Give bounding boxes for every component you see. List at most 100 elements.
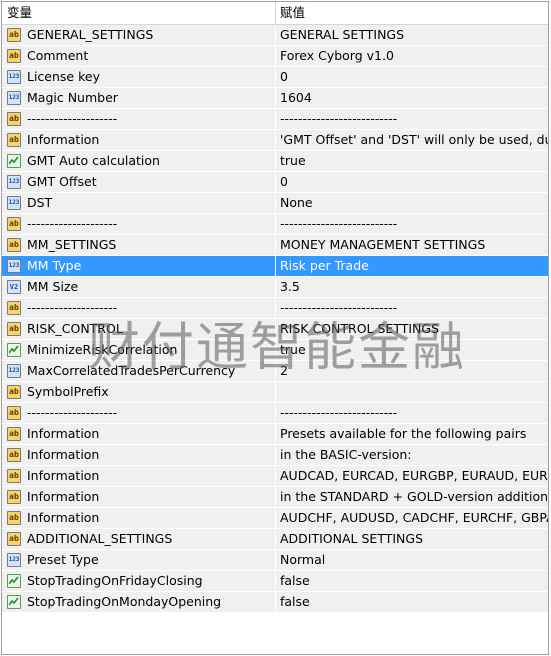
- parameter-name-cell[interactable]: 123 DST: [2, 193, 276, 213]
- parameter-value[interactable]: true: [276, 151, 548, 171]
- parameter-name-cell[interactable]: ab Information: [2, 466, 276, 486]
- parameter-value[interactable]: AUDCHF, AUDUSD, CADCHF, EURCHF, GBPA...: [276, 508, 548, 528]
- parameter-row[interactable]: ab Information Presets available for the f…: [2, 424, 548, 445]
- parameter-row[interactable]: ab SymbolPrefix: [2, 382, 548, 403]
- parameter-value[interactable]: 2: [276, 361, 548, 381]
- parameter-row[interactable]: GMT Auto calculation true: [2, 151, 548, 172]
- parameter-row[interactable]: 123 MaxCorrelatedTradesPerCurrency 2: [2, 361, 548, 382]
- parameter-value[interactable]: Forex Cyborg v1.0: [276, 46, 548, 66]
- parameter-row[interactable]: ab Information in the BASIC-version:: [2, 445, 548, 466]
- parameter-value[interactable]: --------------------------: [276, 403, 548, 423]
- parameter-value[interactable]: false: [276, 571, 548, 591]
- parameter-name: DST: [27, 195, 53, 210]
- parameter-value[interactable]: [276, 382, 548, 402]
- parameter-name: GMT Auto calculation: [27, 153, 160, 168]
- parameter-name-cell[interactable]: MinimizeRiskCorrelation: [2, 340, 276, 360]
- parameter-name-cell[interactable]: ab ADDITIONAL_SETTINGS: [2, 529, 276, 549]
- parameter-value[interactable]: MONEY MANAGEMENT SETTINGS: [276, 235, 548, 255]
- parameter-name-cell[interactable]: ab Comment: [2, 46, 276, 66]
- parameter-row[interactable]: ab -------------------- ------------------…: [2, 298, 548, 319]
- string-type-icon: ab: [7, 427, 21, 441]
- parameter-name-cell[interactable]: ab GENERAL_SETTINGS: [2, 25, 276, 45]
- parameter-row[interactable]: ab MM_SETTINGS MONEY MANAGEMENT SETTINGS: [2, 235, 548, 256]
- parameter-name-cell[interactable]: ab --------------------: [2, 214, 276, 234]
- column-header-variable[interactable]: 变量: [2, 2, 276, 24]
- parameter-value[interactable]: Normal: [276, 550, 548, 570]
- parameter-name-cell[interactable]: ab Information: [2, 130, 276, 150]
- string-type-icon: ab: [7, 112, 21, 126]
- parameter-value[interactable]: --------------------------: [276, 214, 548, 234]
- parameter-value[interactable]: AUDCAD, EURCAD, EURGBP, EURAUD, EUR...: [276, 466, 548, 486]
- parameter-row[interactable]: ab -------------------- ------------------…: [2, 109, 548, 130]
- parameter-row[interactable]: StopTradingOnMondayOpening false: [2, 592, 548, 613]
- parameter-name-cell[interactable]: 123 GMT Offset: [2, 172, 276, 192]
- string-type-icon: ab: [7, 301, 21, 315]
- parameter-row[interactable]: 123 GMT Offset 0: [2, 172, 548, 193]
- parameter-row[interactable]: ab -------------------- ------------------…: [2, 403, 548, 424]
- parameter-name-cell[interactable]: ab RISK_CONTROL: [2, 319, 276, 339]
- parameter-value[interactable]: ADDITIONAL SETTINGS: [276, 529, 548, 549]
- parameter-value[interactable]: in the BASIC-version:: [276, 445, 548, 465]
- parameter-row[interactable]: ab Information AUDCHF, AUDUSD, CADCHF, EUR…: [2, 508, 548, 529]
- parameter-row[interactable]: ab -------------------- ------------------…: [2, 214, 548, 235]
- parameter-value[interactable]: RISK CONTROL SETTINGS: [276, 319, 548, 339]
- parameter-name-cell[interactable]: ab Information: [2, 445, 276, 465]
- parameter-value[interactable]: true: [276, 340, 548, 360]
- integer-type-icon: 123: [7, 259, 21, 273]
- parameter-name-cell[interactable]: ab SymbolPrefix: [2, 382, 276, 402]
- parameter-row[interactable]: V2 MM Size 3.5: [2, 277, 548, 298]
- parameter-row[interactable]: MinimizeRiskCorrelation true: [2, 340, 548, 361]
- parameter-name-cell[interactable]: ab Information: [2, 487, 276, 507]
- parameter-value[interactable]: 3.5: [276, 277, 548, 297]
- parameter-name-cell[interactable]: ab --------------------: [2, 403, 276, 423]
- parameter-row[interactable]: ab ADDITIONAL_SETTINGS ADDITIONAL SETTINGS: [2, 529, 548, 550]
- parameter-row[interactable]: StopTradingOnFridayClosing false: [2, 571, 548, 592]
- parameter-name-cell[interactable]: 123 MaxCorrelatedTradesPerCurrency: [2, 361, 276, 381]
- parameter-value[interactable]: GENERAL SETTINGS: [276, 25, 548, 45]
- parameter-value[interactable]: false: [276, 592, 548, 612]
- parameter-name: MM_SETTINGS: [27, 237, 117, 252]
- parameter-row[interactable]: ab Information 'GMT Offset' and 'DST' will…: [2, 130, 548, 151]
- parameter-value[interactable]: in the STANDARD + GOLD-version addition.…: [276, 487, 548, 507]
- parameter-value[interactable]: 'GMT Offset' and 'DST' will only be used…: [276, 130, 548, 150]
- parameter-name-cell[interactable]: 123 Magic Number: [2, 88, 276, 108]
- parameter-row[interactable]: 123 License key 0: [2, 67, 548, 88]
- parameter-name: RISK_CONTROL: [27, 321, 123, 336]
- boolean-type-icon: [7, 154, 21, 168]
- parameter-name-cell[interactable]: ab Information: [2, 424, 276, 444]
- parameter-name-cell[interactable]: ab MM_SETTINGS: [2, 235, 276, 255]
- parameter-name-cell[interactable]: GMT Auto calculation: [2, 151, 276, 171]
- parameter-value[interactable]: --------------------------: [276, 298, 548, 318]
- parameter-name-cell[interactable]: ab --------------------: [2, 109, 276, 129]
- parameter-name: StopTradingOnFridayClosing: [27, 573, 203, 588]
- parameter-name-cell[interactable]: 123 License key: [2, 67, 276, 87]
- column-header-value[interactable]: 赋值: [276, 2, 548, 24]
- boolean-type-icon: [7, 595, 21, 609]
- parameter-row[interactable]: 123 Preset Type Normal: [2, 550, 548, 571]
- integer-type-icon: 123: [7, 70, 21, 84]
- parameter-name-cell[interactable]: 123 MM Type: [2, 256, 276, 276]
- parameter-value[interactable]: --------------------------: [276, 109, 548, 129]
- parameter-row[interactable]: ab Information in the STANDARD + GOLD-vers…: [2, 487, 548, 508]
- parameter-row[interactable]: 123 MM Type Risk per Trade: [2, 256, 548, 277]
- string-type-icon: ab: [7, 511, 21, 525]
- parameter-row[interactable]: ab RISK_CONTROL RISK CONTROL SETTINGS: [2, 319, 548, 340]
- parameter-value[interactable]: Risk per Trade: [276, 256, 548, 276]
- parameter-row[interactable]: 123 DST None: [2, 193, 548, 214]
- parameter-name: Comment: [27, 48, 89, 63]
- parameter-name-cell[interactable]: StopTradingOnMondayOpening: [2, 592, 276, 612]
- parameter-row[interactable]: ab Information AUDCAD, EURCAD, EURGBP, EUR…: [2, 466, 548, 487]
- parameter-name-cell[interactable]: V2 MM Size: [2, 277, 276, 297]
- parameter-name-cell[interactable]: ab Information: [2, 508, 276, 528]
- parameter-name-cell[interactable]: StopTradingOnFridayClosing: [2, 571, 276, 591]
- parameter-name-cell[interactable]: 123 Preset Type: [2, 550, 276, 570]
- parameter-value[interactable]: 0: [276, 67, 548, 87]
- parameter-row[interactable]: ab GENERAL_SETTINGS GENERAL SETTINGS: [2, 25, 548, 46]
- parameter-row[interactable]: 123 Magic Number 1604: [2, 88, 548, 109]
- parameter-value[interactable]: Presets available for the following pair…: [276, 424, 548, 444]
- parameter-name-cell[interactable]: ab --------------------: [2, 298, 276, 318]
- parameter-value[interactable]: None: [276, 193, 548, 213]
- parameter-value[interactable]: 0: [276, 172, 548, 192]
- parameter-value[interactable]: 1604: [276, 88, 548, 108]
- parameter-row[interactable]: ab Comment Forex Cyborg v1.0: [2, 46, 548, 67]
